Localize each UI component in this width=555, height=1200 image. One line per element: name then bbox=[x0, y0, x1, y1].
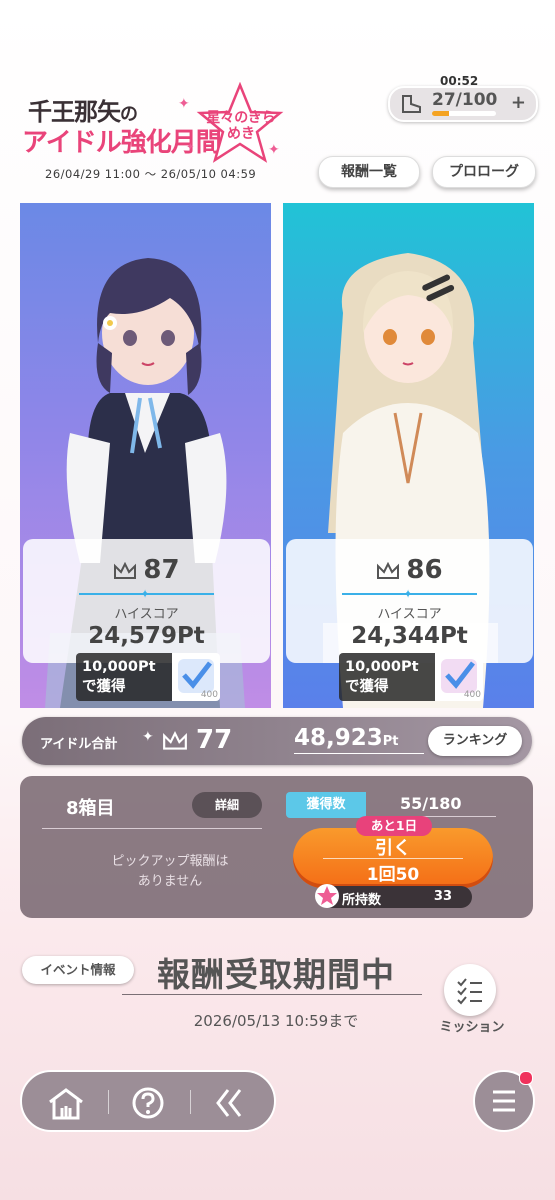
ranking-button[interactable]: ランキング bbox=[428, 726, 522, 756]
back-icon[interactable] bbox=[212, 1086, 248, 1120]
sparkle-icon: ✦ bbox=[268, 142, 280, 158]
divider bbox=[122, 994, 422, 995]
score-card: 87 ✦ ハイスコア 24,579Pt bbox=[23, 539, 270, 663]
mission-button[interactable] bbox=[444, 964, 496, 1016]
sparkle-icon: ✦ bbox=[142, 729, 154, 745]
mission-label: ミッション bbox=[439, 1020, 505, 1035]
stamina-gauge[interactable]: 27/100 + bbox=[388, 86, 538, 122]
idol-rank: 87 bbox=[23, 555, 270, 585]
reward-threshold: 10,000Pt で獲得 bbox=[339, 653, 435, 701]
total-rank: 77 bbox=[162, 725, 232, 755]
obtained-count-value: 55/180 bbox=[400, 794, 462, 813]
pink-gem-icon bbox=[315, 884, 339, 908]
idol-panel-right[interactable]: 86 ✦ ハイスコア 24,344Pt 10,000Pt で獲得 400 bbox=[283, 203, 534, 708]
checklist-icon bbox=[457, 978, 482, 1005]
divider: ✦ bbox=[79, 587, 214, 601]
box-title: 8箱目 bbox=[66, 798, 115, 819]
crown-icon bbox=[163, 730, 187, 750]
stamina-bar bbox=[432, 111, 496, 116]
total-points: 48,923Pt bbox=[294, 725, 424, 754]
reward-threshold: 10,000Pt で獲得 bbox=[76, 653, 172, 701]
prologue-button[interactable]: プロローグ bbox=[432, 156, 536, 188]
reward-count: 400 bbox=[463, 690, 481, 700]
boot-icon bbox=[402, 95, 421, 113]
event-info-button[interactable]: イベント情報 bbox=[22, 956, 134, 984]
reward-item[interactable]: 400 bbox=[172, 653, 220, 701]
pull-button[interactable]: 引く 1回50 bbox=[293, 828, 493, 888]
obtained-count-label: 獲得数 bbox=[286, 792, 366, 818]
pickup-reward-text: ピックアップ報酬は ありません bbox=[111, 854, 229, 889]
total-label: アイドル合計 bbox=[40, 737, 118, 752]
score-card: 86 ✦ ハイスコア 24,344Pt bbox=[286, 539, 533, 663]
owned-count: 所持数 33 bbox=[315, 884, 472, 908]
sparkle-icon: ✦ bbox=[186, 142, 195, 153]
event-logo-subtitle: アイドル強化月間 bbox=[22, 128, 222, 158]
event-deadline: 2026/05/13 10:59まで bbox=[193, 1012, 359, 1030]
pull-label: 引く bbox=[375, 838, 411, 859]
highscore-value: 24,579Pt bbox=[88, 623, 205, 649]
sparkle-icon: ✦ bbox=[178, 96, 190, 112]
reward-item[interactable]: 400 bbox=[435, 653, 483, 701]
divider: ✦ bbox=[342, 587, 477, 601]
event-period: 26/04/29 11:00 〜 26/05/10 04:59 bbox=[45, 167, 257, 181]
notification-dot bbox=[519, 1071, 533, 1085]
help-icon[interactable] bbox=[130, 1086, 166, 1120]
event-status: 報酬受取期間中 bbox=[157, 955, 395, 994]
idol-rank: 86 bbox=[286, 555, 533, 585]
highscore-label: ハイスコア bbox=[114, 607, 179, 622]
detail-button[interactable]: 詳細 bbox=[192, 792, 262, 818]
remaining-days-badge: あと1日 bbox=[356, 816, 432, 836]
highscore-value: 24,344Pt bbox=[351, 623, 468, 649]
idol-panel-left[interactable]: 87 ✦ ハイスコア 24,579Pt 10,000Pt で獲得 400 bbox=[20, 203, 271, 708]
box-gacha-panel: 8箱目 詳細 ピックアップ報酬は ありません 獲得数 55/180 引く 1回50… bbox=[20, 776, 533, 918]
pull-cost: 1回50 bbox=[366, 865, 420, 885]
home-icon[interactable] bbox=[46, 1086, 86, 1120]
reward-count: 400 bbox=[200, 690, 218, 700]
idol-total-bar: アイドル合計 ✦ 77 48,923Pt ランキング bbox=[22, 717, 532, 765]
crown-icon bbox=[377, 561, 400, 579]
stamina-value: 27/100 bbox=[432, 90, 498, 110]
add-stamina-icon[interactable]: + bbox=[511, 92, 526, 113]
reward-list-button[interactable]: 報酬一覧 bbox=[318, 156, 420, 188]
bottom-nav bbox=[20, 1070, 276, 1132]
highscore-label: ハイスコア bbox=[377, 607, 442, 622]
divider bbox=[42, 828, 262, 829]
crown-icon bbox=[114, 561, 137, 579]
event-logo-badge: 星々のきらめき bbox=[206, 110, 276, 142]
